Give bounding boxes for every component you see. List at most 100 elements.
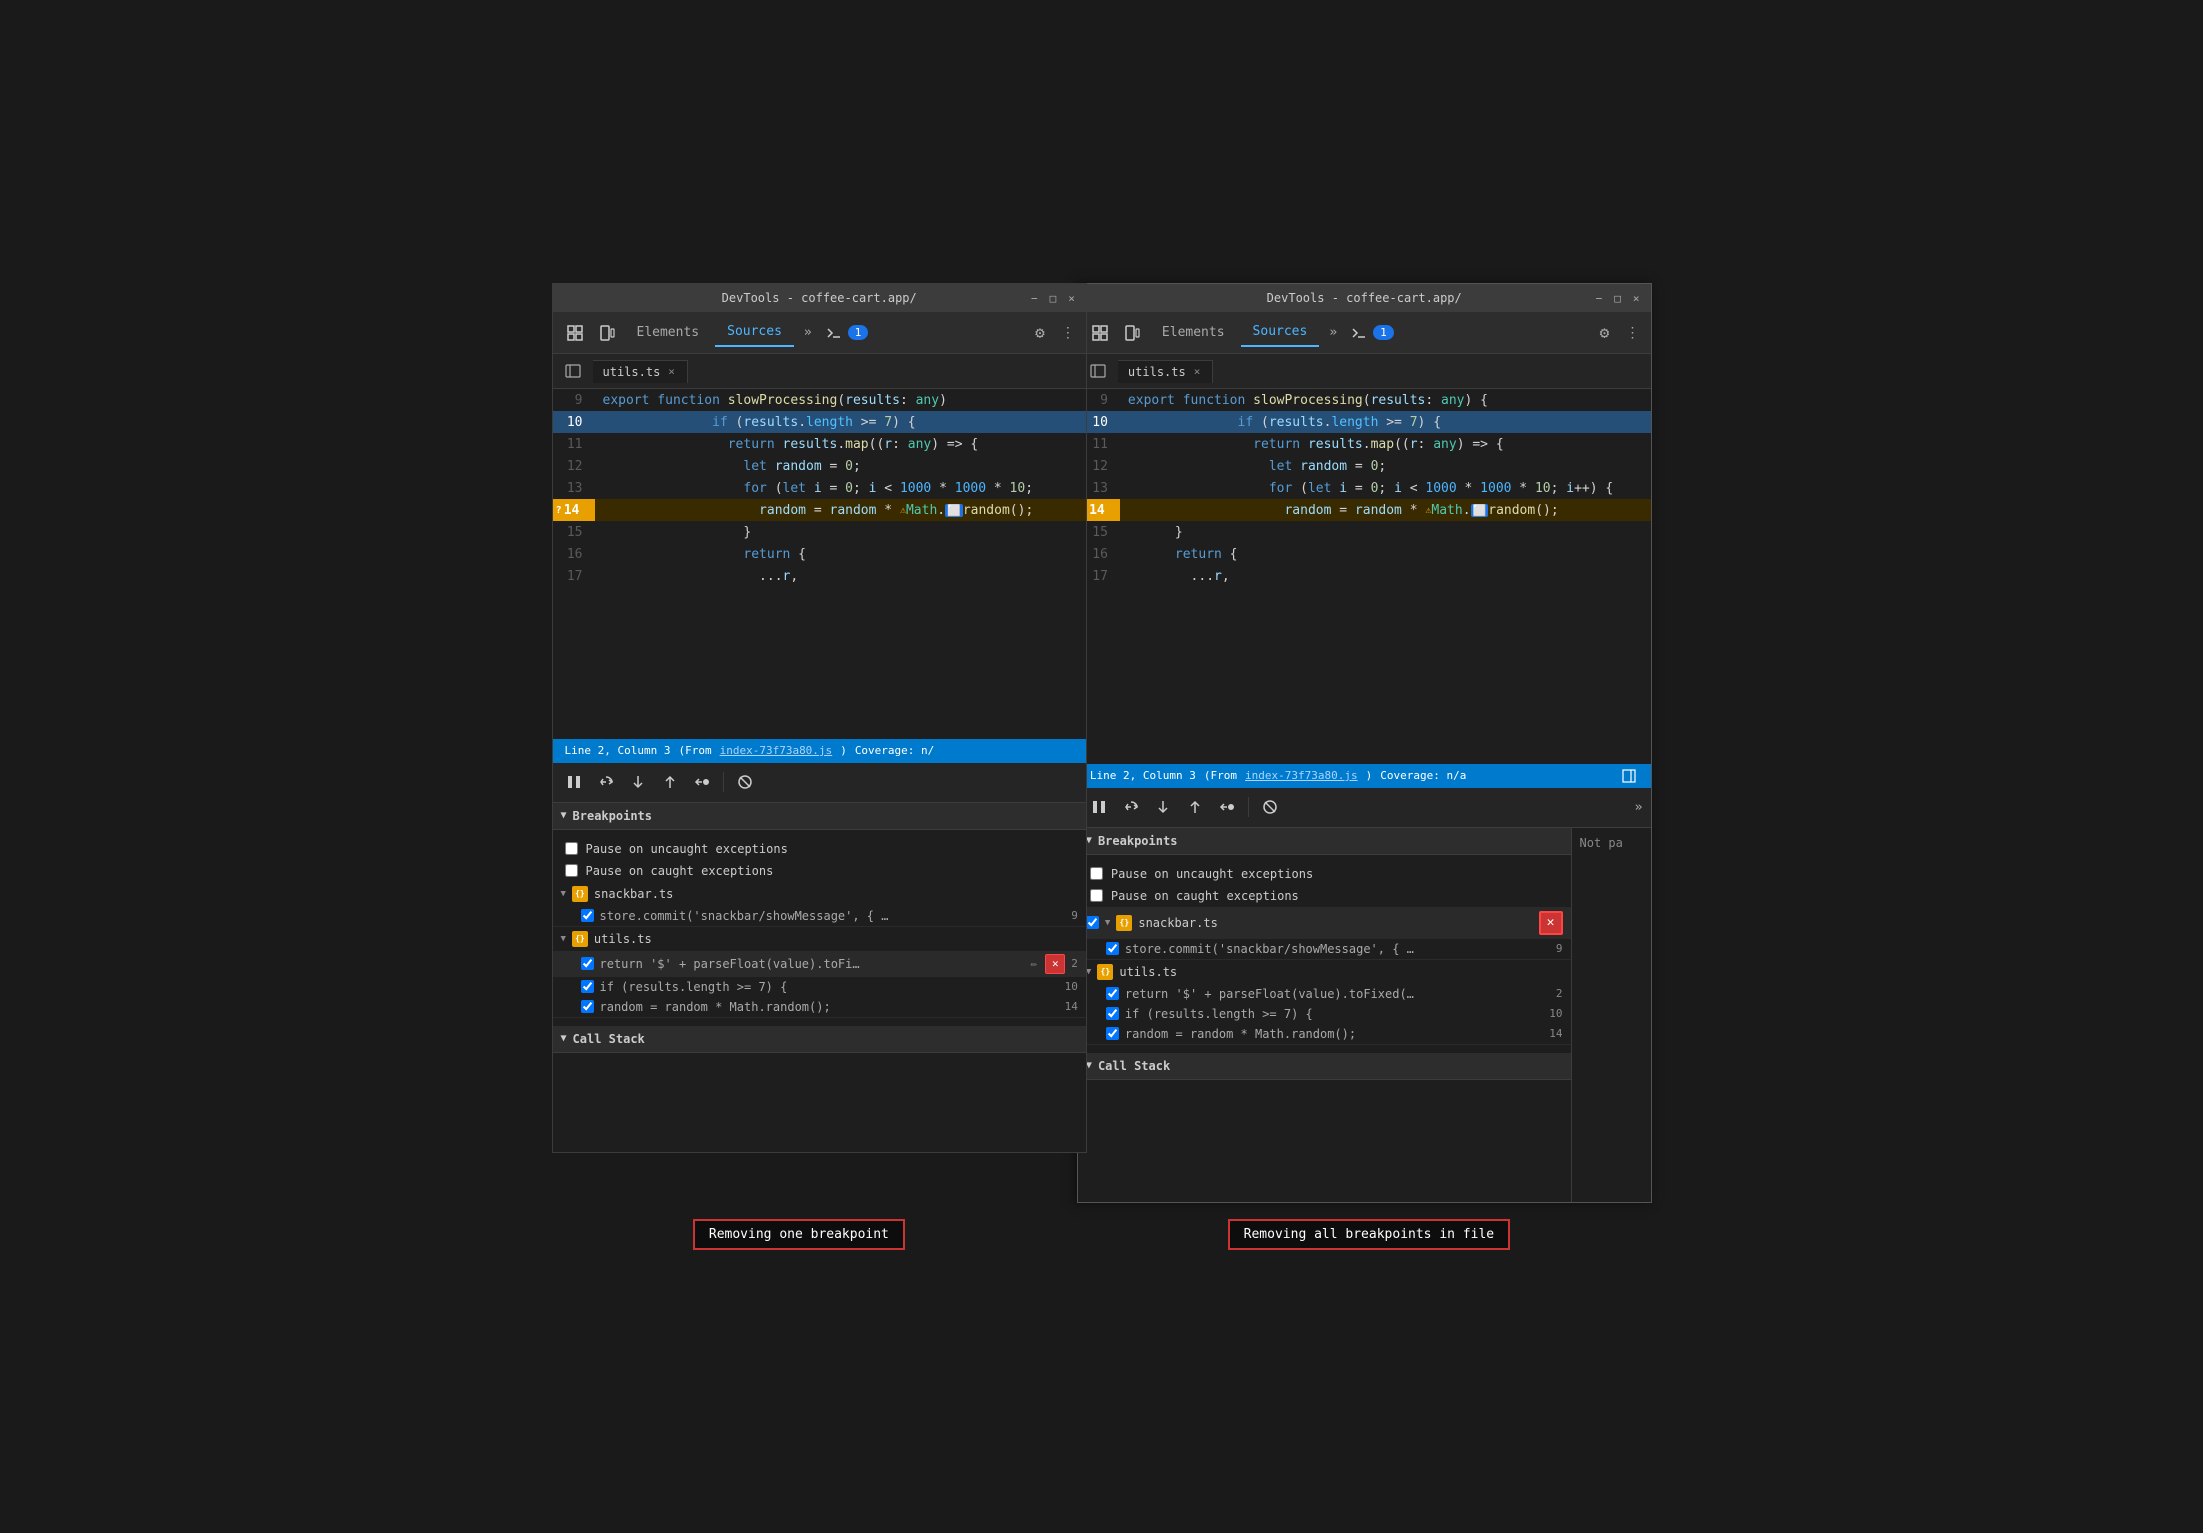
bp-group-snackbar-arrow-icon: ▼ (561, 889, 566, 899)
pause-caught-item[interactable]: Pause on caught exceptions (553, 860, 1086, 882)
file-tab-name: utils.ts (603, 365, 661, 379)
step-over-btn[interactable] (593, 769, 619, 795)
settings-icon[interactable]: ⚙ (1026, 319, 1054, 347)
tab-elements[interactable]: Elements (625, 319, 712, 346)
bp-group-snackbar-header[interactable]: ▼ {} snackbar.ts (553, 882, 1086, 906)
deactivate-breakpoints-btn[interactable] (732, 769, 758, 795)
bp-utils-item-2[interactable]: if (results.length >= 7) { 10 (553, 977, 1086, 997)
bp-utils-checkbox-1[interactable] (581, 957, 594, 970)
left-code-area[interactable]: 9 export function slowProcessing(results… (553, 389, 1086, 739)
right-bp-snackbar-checkbox-1[interactable] (1106, 942, 1119, 955)
bp-group-utils-header[interactable]: ▼ {} utils.ts (553, 927, 1086, 951)
right-bp-utils-line-1: 2 (1556, 987, 1563, 1000)
pause-uncaught-item[interactable]: Pause on uncaught exceptions (553, 838, 1086, 860)
right-bp-snackbar-code-1: store.commit('snackbar/showMessage', { … (1125, 942, 1550, 956)
cursor-position: Line 2, Column 3 (565, 744, 671, 757)
bp-utils-checkbox-3[interactable] (581, 1000, 594, 1013)
right-bp-group-utils-header[interactable]: ▼ {} utils.ts (1078, 960, 1571, 984)
right-tab-sources[interactable]: Sources (1241, 318, 1320, 347)
tab-more-icon[interactable]: » (798, 321, 818, 344)
right-pause-uncaught-item[interactable]: Pause on uncaught exceptions (1078, 863, 1571, 885)
right-pause-caught-checkbox[interactable] (1090, 889, 1103, 902)
right-breakpoints-header[interactable]: ▼ Breakpoints (1078, 828, 1571, 855)
right-debug-more[interactable]: » (1635, 800, 1643, 815)
right-source-map-link[interactable]: index-73f73a80.js (1245, 769, 1358, 782)
right-call-stack-header[interactable]: ▼ Call Stack (1078, 1053, 1571, 1080)
right-step-out-btn[interactable] (1182, 794, 1208, 820)
right-bp-utils-item-1[interactable]: return '$' + parseFloat(value).toFixed(…… (1078, 984, 1571, 1004)
bp-snackbar-checkbox-1[interactable] (581, 909, 594, 922)
right-close-btn[interactable]: × (1630, 292, 1643, 305)
right-bp-group-utils-left: ▼ {} utils.ts (1086, 964, 1563, 980)
step-btn[interactable] (689, 769, 715, 795)
step-into-btn[interactable] (625, 769, 651, 795)
bp-snackbar-item-1[interactable]: store.commit('snackbar/showMessage', { …… (553, 906, 1086, 926)
pause-uncaught-checkbox[interactable] (565, 842, 578, 855)
close-btn[interactable]: × (1065, 292, 1078, 305)
sidebar-toggle-icon[interactable] (561, 359, 585, 383)
bp-utils-item-3[interactable]: random = random * Math.random(); 14 (553, 997, 1086, 1017)
right-pause-uncaught-checkbox[interactable] (1090, 867, 1103, 880)
utils-ts-tab[interactable]: utils.ts × (593, 360, 688, 383)
step-out-btn[interactable] (657, 769, 683, 795)
right-breakpoints-title: Breakpoints (1098, 834, 1177, 848)
maximize-btn[interactable]: □ (1047, 292, 1060, 305)
right-device-icon[interactable] (1118, 319, 1146, 347)
breakpoints-header[interactable]: ▼ Breakpoints (553, 803, 1086, 830)
inspect-icon[interactable] (561, 319, 589, 347)
right-minimize-btn[interactable]: − (1593, 292, 1606, 305)
breakpoints-arrow-icon: ▼ (561, 810, 567, 821)
right-bp-utils-item-3[interactable]: random = random * Math.random(); 14 (1078, 1024, 1571, 1044)
right-inspect-icon[interactable] (1086, 319, 1114, 347)
right-code-line-11: 11 return results.map((r: any) => { (1078, 433, 1651, 455)
file-tab-close-icon[interactable]: × (666, 365, 677, 378)
remove-all-breakpoints-btn[interactable]: ✕ (1539, 911, 1563, 935)
right-pause-caught-item[interactable]: Pause on caught exceptions (1078, 885, 1571, 907)
right-source-map-close: ) (1366, 769, 1373, 782)
right-breakpoints-content: Pause on uncaught exceptions Pause on ca… (1078, 855, 1571, 1053)
right-file-tab-close-icon[interactable]: × (1192, 365, 1203, 378)
call-stack-header[interactable]: ▼ Call Stack (553, 1026, 1086, 1053)
right-more-options-icon[interactable]: ⋮ (1623, 319, 1643, 347)
right-bp-snackbar-item-1[interactable]: store.commit('snackbar/showMessage', { …… (1078, 939, 1571, 959)
right-pause-resume-btn[interactable] (1086, 794, 1112, 820)
right-code-area[interactable]: 9 export function slowProcessing(results… (1078, 389, 1651, 764)
code-scroll: 9 export function slowProcessing(results… (553, 389, 1086, 739)
right-bp-utils-checkbox-2[interactable] (1106, 1007, 1119, 1020)
right-bp-group-snackbar-header[interactable]: ▼ {} snackbar.ts ✕ (1078, 907, 1571, 939)
right-step-over-btn[interactable] (1118, 794, 1144, 820)
bp-utils-checkbox-2[interactable] (581, 980, 594, 993)
right-toggle-sidebar-btn[interactable] (1619, 766, 1639, 786)
right-utils-ts-tab[interactable]: utils.ts × (1118, 360, 1213, 383)
right-step-btn[interactable] (1214, 794, 1240, 820)
right-tab-more-icon[interactable]: » (1323, 321, 1343, 344)
right-deactivate-breakpoints-btn[interactable] (1257, 794, 1283, 820)
edit-breakpoint-icon[interactable]: ✏ (1031, 957, 1038, 970)
console-badge[interactable]: 1 (848, 325, 869, 340)
more-options-icon[interactable]: ⋮ (1058, 319, 1078, 347)
pause-resume-btn[interactable] (561, 769, 587, 795)
right-snackbar-group-checkbox[interactable] (1086, 916, 1099, 929)
right-step-into-btn[interactable] (1150, 794, 1176, 820)
source-map-link[interactable]: index-73f73a80.js (720, 744, 833, 757)
right-maximize-btn[interactable]: □ (1611, 292, 1624, 305)
right-bp-utils-checkbox-3[interactable] (1106, 1027, 1119, 1040)
tab-sources[interactable]: Sources (715, 318, 794, 347)
right-console-badge[interactable]: 1 (1373, 325, 1394, 340)
remove-one-breakpoint-btn[interactable]: ✕ (1045, 954, 1065, 974)
bp-utils-line-2: 10 (1065, 980, 1078, 993)
right-tab-elements[interactable]: Elements (1150, 319, 1237, 346)
right-pause-caught-label: Pause on caught exceptions (1111, 889, 1299, 903)
left-bottom-panel[interactable]: ▼ Breakpoints Pause on uncaught exceptio… (553, 803, 1086, 1153)
right-bp-utils-checkbox-1[interactable] (1106, 987, 1119, 1000)
device-icon[interactable] (593, 319, 621, 347)
right-settings-icon[interactable]: ⚙ (1591, 319, 1619, 347)
minimize-btn[interactable]: − (1028, 292, 1041, 305)
left-title-bar: DevTools - coffee-cart.app/ − □ × (553, 284, 1086, 312)
right-toolbar: Elements Sources » 1 ⚙ ⋮ (1078, 312, 1651, 354)
right-bp-utils-item-2[interactable]: if (results.length >= 7) { 10 (1078, 1004, 1571, 1024)
pause-caught-checkbox[interactable] (565, 864, 578, 877)
right-bottom-panel[interactable]: ▼ Breakpoints Pause on uncaught exceptio… (1078, 828, 1571, 1203)
bp-utils-item-1[interactable]: return '$' + parseFloat(value).toFi… ✏ ✕… (553, 951, 1086, 977)
right-sidebar-toggle-icon[interactable] (1086, 359, 1110, 383)
